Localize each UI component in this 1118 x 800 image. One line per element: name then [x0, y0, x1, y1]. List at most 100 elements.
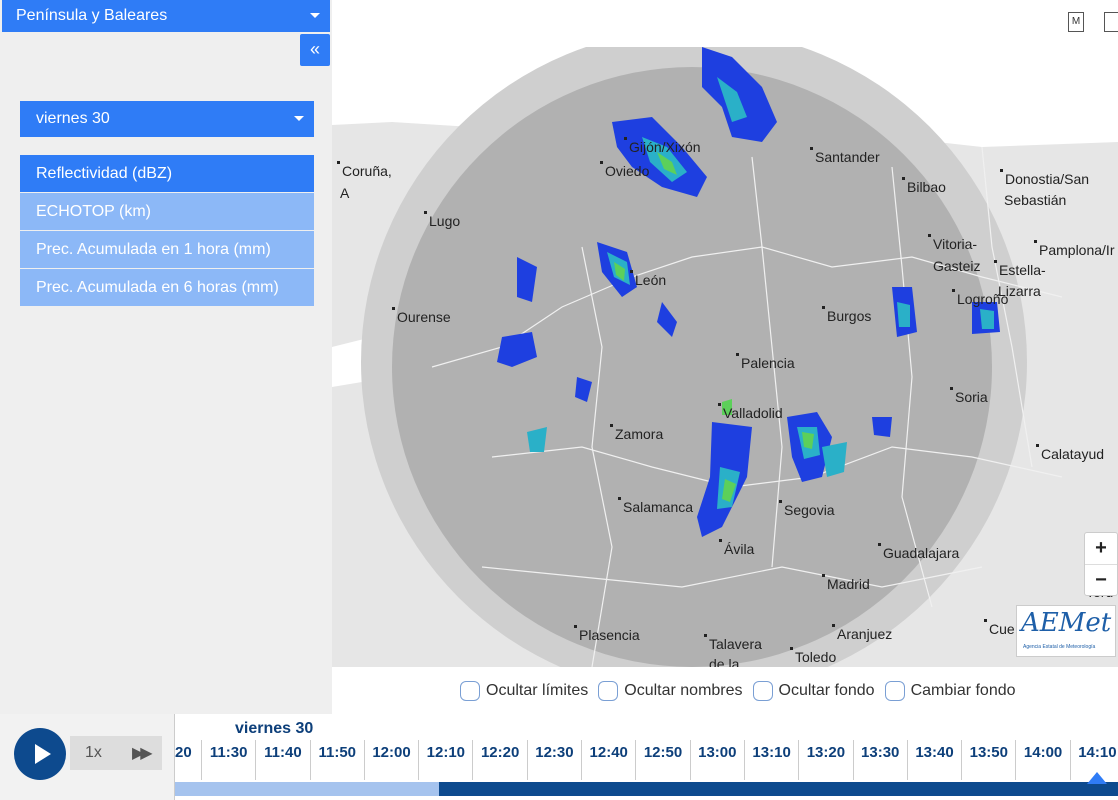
- city-name: Salamanca: [623, 499, 694, 515]
- city-dot-icon: [618, 497, 621, 500]
- download-icon[interactable]: [1104, 12, 1118, 32]
- city-label: Toledo: [790, 647, 836, 667]
- region-select[interactable]: Península y Baleares: [2, 0, 330, 32]
- left-panel: Península y Baleares « viernes 30 Reflec…: [0, 0, 332, 714]
- city-name: A: [340, 185, 350, 201]
- time-tick[interactable]: 13:20: [798, 740, 852, 780]
- city-name: Oviedo: [605, 163, 650, 179]
- time-tick[interactable]: 12:40: [581, 740, 635, 780]
- city-name: Ourense: [397, 309, 451, 325]
- city-label: Plasencia: [574, 625, 640, 646]
- city-name: Santander: [815, 149, 880, 165]
- time-tick[interactable]: 11:40: [255, 740, 309, 780]
- time-tick[interactable]: 13:10: [743, 740, 798, 780]
- checkbox[interactable]: [460, 681, 480, 701]
- city-name: Gasteiz: [933, 258, 981, 274]
- fast-forward-icon[interactable]: ▶▶: [132, 743, 153, 763]
- city-name: Palencia: [741, 355, 795, 371]
- product-reflectividad[interactable]: Reflectividad (dBZ): [20, 155, 314, 192]
- product-prec-6h[interactable]: Prec. Acumulada en 6 horas (mm): [20, 269, 314, 306]
- city-dot-icon: [878, 543, 881, 546]
- time-tick[interactable]: 12:10: [418, 740, 472, 780]
- city-label: Bilbao: [902, 177, 946, 198]
- city-name: Vitoria-: [933, 236, 978, 252]
- city-label: Santander: [810, 147, 880, 168]
- zoom-out-button[interactable]: −: [1085, 564, 1117, 595]
- city-label: Soria: [950, 387, 988, 408]
- city-name: Valladolid: [723, 405, 783, 421]
- city-label: Salamanca: [618, 497, 693, 518]
- city-name: Ávila: [724, 541, 755, 557]
- city-name: Zamora: [615, 426, 664, 442]
- checkbox[interactable]: [884, 681, 905, 701]
- day-select[interactable]: viernes 30: [20, 101, 314, 137]
- city-name: Burgos: [827, 308, 872, 324]
- caret-down-icon: [310, 13, 320, 18]
- city-dot-icon: [832, 624, 835, 627]
- speed-control[interactable]: 1x ▶▶: [70, 736, 162, 770]
- time-tick[interactable]: 13:50: [961, 740, 1015, 780]
- aemet-logo[interactable]: AEMet Agencia Estatal de Meteorología: [1016, 605, 1116, 657]
- time-tick[interactable]: 14:00: [1015, 740, 1069, 780]
- caret-down-icon: [294, 116, 304, 121]
- time-tick[interactable]: 11:30: [201, 740, 255, 780]
- product-label: ECHOTOP (km): [36, 203, 151, 220]
- map-background: [332, 47, 1118, 667]
- city-name: Bilbao: [907, 179, 946, 195]
- play-button[interactable]: [14, 728, 66, 780]
- city-label: Zamora: [610, 424, 663, 445]
- checkbox[interactable]: [598, 681, 619, 701]
- city-label: Pamplona/Ir: [1034, 240, 1114, 261]
- city-name: León: [635, 272, 667, 288]
- top-toolbar: M: [1058, 8, 1118, 38]
- product-label: Prec. Acumulada en 6 horas (mm): [36, 279, 279, 296]
- checkbox[interactable]: [752, 681, 773, 701]
- city-label: de la: [709, 654, 739, 667]
- logo-text: AEMet: [1021, 608, 1112, 638]
- map-m-icon[interactable]: M: [1068, 12, 1084, 32]
- city-name: Guadalajara: [883, 545, 960, 561]
- timeline-strip[interactable]: viernes 30 20 11:30 11:40 11:50 12:00 12:10 12…: [174, 714, 1118, 800]
- city-dot-icon: [1034, 240, 1037, 243]
- option-label: Ocultar fondo: [778, 682, 875, 699]
- map-options: Ocultar límites Ocultar nombres Ocultar …: [460, 680, 1016, 702]
- city-dot-icon: [392, 307, 395, 310]
- city-name: Segovia: [784, 502, 835, 518]
- city-dot-icon: [950, 387, 953, 390]
- city-label: Coruña,: [337, 161, 392, 182]
- progress-track[interactable]: [175, 782, 1118, 796]
- product-echotop[interactable]: ECHOTOP (km): [20, 193, 314, 230]
- option-ocultar-fondo[interactable]: Ocultar fondo: [752, 680, 875, 702]
- time-tick[interactable]: 11:50: [309, 740, 364, 780]
- city-label: Palencia: [736, 353, 795, 374]
- time-tick[interactable]: 13:40: [906, 740, 961, 780]
- city-dot-icon: [822, 306, 825, 309]
- city-name: Soria: [955, 389, 988, 405]
- city-name: Coruña,: [342, 163, 392, 179]
- city-label: Lugo: [424, 211, 460, 232]
- product-label: Prec. Acumulada en 1 hora (mm): [36, 241, 271, 258]
- time-tick[interactable]: 12:30: [526, 740, 581, 780]
- city-label: Madrid: [822, 574, 870, 595]
- collapse-panel-button[interactable]: «: [300, 34, 330, 66]
- product-label: Reflectividad (dBZ): [36, 165, 173, 182]
- time-tick[interactable]: 13:30: [852, 740, 907, 780]
- radar-map[interactable]: Coruña, A Lugo Gijón/Xixón Oviedo Santan…: [332, 47, 1118, 667]
- time-tick[interactable]: 12:50: [635, 740, 689, 780]
- option-ocultar-limites[interactable]: Ocultar límites: [460, 680, 588, 702]
- time-tick[interactable]: 13:00: [689, 740, 744, 780]
- time-cursor-icon[interactable]: [1087, 772, 1107, 784]
- city-name: Toledo: [795, 649, 837, 665]
- zoom-in-button[interactable]: +: [1085, 533, 1117, 564]
- product-prec-1h[interactable]: Prec. Acumulada en 1 hora (mm): [20, 231, 314, 268]
- day-label: viernes 30: [36, 110, 110, 127]
- city-dot-icon: [610, 424, 613, 427]
- time-tick[interactable]: 12:00: [363, 740, 418, 780]
- option-cambiar-fondo[interactable]: Cambiar fondo: [884, 680, 1016, 702]
- option-label: Ocultar nombres: [624, 682, 743, 699]
- time-tick[interactable]: 20: [175, 740, 201, 780]
- option-ocultar-nombres[interactable]: Ocultar nombres: [598, 680, 743, 702]
- time-tick[interactable]: 12:20: [472, 740, 526, 780]
- city-label: Oviedo: [600, 161, 649, 182]
- city-label: Ourense: [392, 307, 451, 328]
